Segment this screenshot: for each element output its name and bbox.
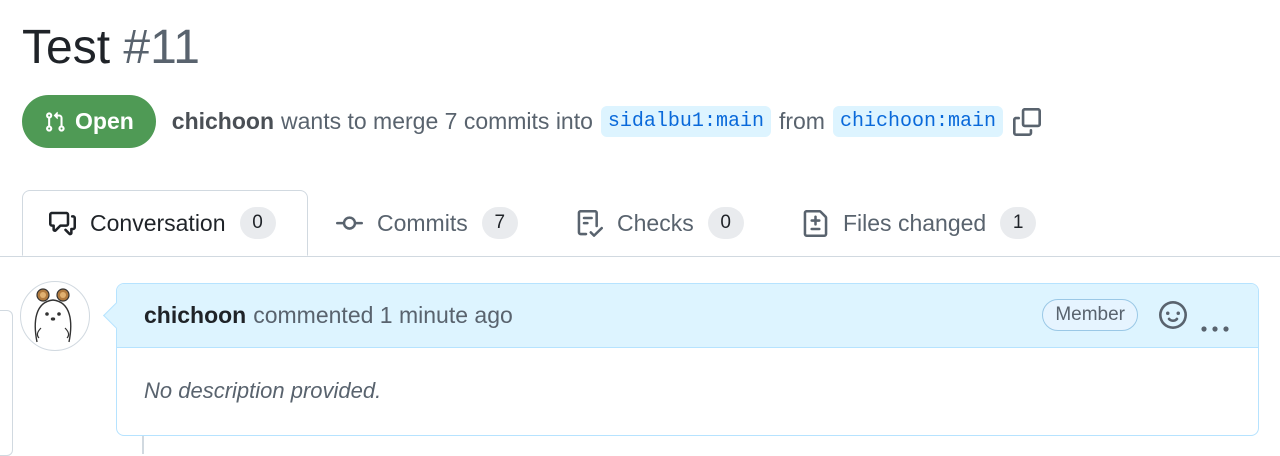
file-diff-icon [803, 209, 828, 237]
pr-number: #11 [123, 21, 200, 74]
kebab-horizontal-icon [1201, 326, 1229, 332]
pr-tabs: Conversation 0 Commits 7 Checks 0 Files … [0, 190, 1280, 257]
tab-files-changed[interactable]: Files changed 1 [802, 190, 1037, 256]
role-badge: Member [1042, 299, 1138, 331]
bear-avatar-icon [34, 288, 72, 343]
page-title: Test #11 [22, 18, 200, 78]
state-badge: Open [22, 95, 156, 148]
pr-title: Test [22, 21, 111, 74]
tab-label: Commits [377, 209, 468, 236]
avatar[interactable] [20, 281, 90, 351]
add-reaction-button[interactable] [1159, 301, 1187, 335]
copy-branch-button[interactable] [1012, 107, 1041, 136]
git-commit-icon [336, 215, 363, 230]
tab-conversation[interactable]: Conversation 0 [22, 190, 308, 256]
comment-discussion-icon [49, 211, 76, 235]
tab-label: Checks [617, 209, 694, 236]
comment-timestamp[interactable]: commented 1 minute ago [253, 302, 513, 329]
tab-counter: 0 [239, 207, 276, 239]
comment-box: chichoon commented 1 minute ago Member N… [103, 283, 1259, 436]
from-text: from [778, 108, 825, 134]
state-label: Open [75, 108, 134, 134]
base-branch-link[interactable]: sidalbu1:main [600, 106, 771, 137]
git-pull-request-icon [46, 111, 65, 132]
comment-options-button[interactable] [1200, 312, 1230, 339]
tab-commits[interactable]: Commits 7 [336, 190, 518, 256]
pr-author-link[interactable]: chichoon [172, 108, 274, 135]
timeline-line [142, 436, 144, 454]
merge-text: wants to merge 7 commits into [281, 108, 593, 134]
timeline-edge [0, 310, 13, 456]
tab-counter: 7 [481, 207, 518, 239]
tab-checks[interactable]: Checks 0 [576, 190, 744, 256]
smiley-icon [1159, 301, 1187, 329]
tab-counter: 0 [707, 207, 744, 239]
comment-author-link[interactable]: chichoon [144, 302, 246, 329]
pr-meta: Open chichoon wants to merge 7 commits i… [22, 95, 1041, 148]
copy-icon [1012, 107, 1041, 136]
tab-label: Conversation [90, 209, 226, 236]
comment-header: chichoon commented 1 minute ago Member [117, 284, 1258, 348]
tab-counter: 1 [1000, 207, 1037, 239]
checklist-icon [577, 209, 603, 237]
tab-label: Files changed [843, 209, 987, 236]
comment-body: No description provided. [144, 378, 382, 403]
head-branch-link[interactable]: chichoon:main [832, 106, 1003, 137]
